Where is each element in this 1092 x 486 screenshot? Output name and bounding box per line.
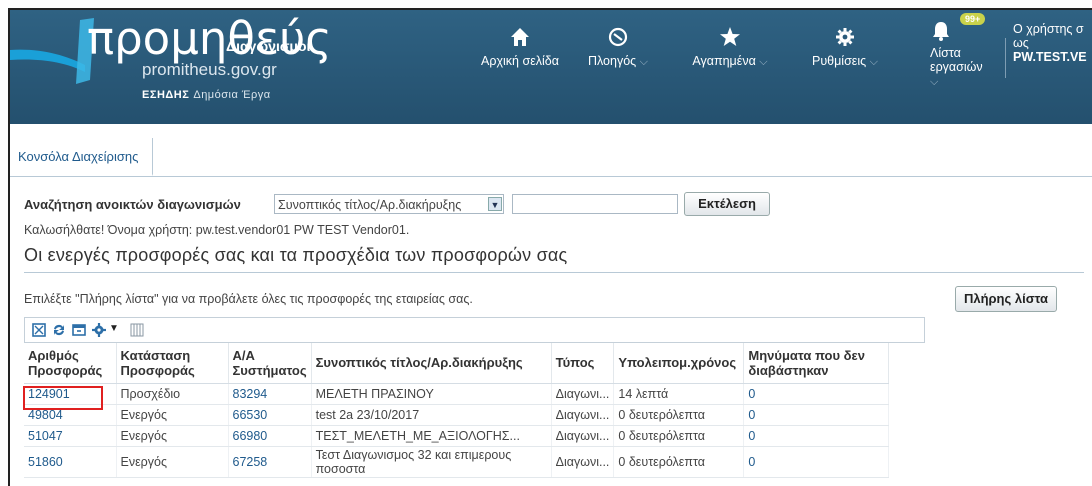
- notification-badge: 99+: [960, 13, 986, 25]
- col-system-id[interactable]: Α/Α Συστήματος: [228, 343, 312, 384]
- compass-icon: [578, 26, 658, 54]
- type-cell: Διαγωνι...: [551, 425, 615, 447]
- col-title[interactable]: Συνοπτικός τίτλος/Αρ.διακήρυξης: [311, 343, 552, 384]
- col-offer-number[interactable]: Αριθμός Προσφοράς: [24, 343, 117, 384]
- nav-navigator[interactable]: Πλοηγός ⌵: [578, 26, 658, 69]
- user-prefix: Ο χρήστης σ: [1013, 22, 1084, 36]
- settings-gear-icon[interactable]: [91, 322, 107, 338]
- user-name: PW.TEST.VE: [1013, 50, 1087, 64]
- tab-admin-console[interactable]: Κονσόλα Διαχείρισης: [10, 138, 154, 176]
- export-icon[interactable]: [71, 322, 87, 338]
- table-row: 51860 Ενεργός 67258 Τεστ Διαγωνισμος 32 …: [24, 446, 890, 478]
- nav-worklist[interactable]: Λίστα εργασιών ⌵: [930, 20, 994, 89]
- chevron-down-icon[interactable]: ▼: [488, 197, 502, 211]
- search-label: Αναζήτηση ανοικτών διαγωνισμών: [24, 197, 241, 212]
- heading-divider: [24, 272, 1084, 273]
- refresh-icon[interactable]: [51, 322, 67, 338]
- col-type[interactable]: Τύπος: [551, 343, 615, 384]
- nav-settings[interactable]: Ρυθμίσεις ⌵: [800, 26, 890, 69]
- title-cell: ΤΕΣΤ_ΜΕΛΕΤΗ_ΜΕ_ΑΞΙΟΛΟΓΗΣ...: [311, 425, 552, 447]
- execute-button[interactable]: Εκτέλεση: [684, 192, 770, 216]
- header-divider: [1005, 38, 1006, 78]
- search-field-select[interactable]: Συνοπτικός τίτλος/Αρ.διακήρυξης ▼: [274, 194, 504, 214]
- table-row: 49804 Ενεργός 66530 test 2a 23/10/2017 Δ…: [24, 404, 890, 426]
- remaining-time-cell: 0 δευτερόλεπτα: [613, 404, 745, 426]
- system-id-link[interactable]: 66530: [228, 404, 312, 426]
- offers-table: Αριθμός Προσφοράς Κατάσταση Προσφοράς Α/Α Σ…: [24, 343, 890, 478]
- remaining-time-cell: 14 λεπτά: [613, 383, 745, 405]
- app-frame: προμηθεύς Διαγωνισμοί promitheus.gov.gr …: [8, 8, 1092, 486]
- title-cell: test 2a 23/10/2017: [311, 404, 552, 426]
- logo-org: ΕΣΗΔΗΣ Δημόσια Έργα: [142, 89, 271, 101]
- search-field-value: Συνοπτικός τίτλος/Αρ.διακήρυξης: [278, 198, 462, 212]
- table-row: 51047 Ενεργός 66980 ΤΕΣΤ_ΜΕΛΕΤΗ_ΜΕ_ΑΞΙΟΛ…: [24, 425, 890, 447]
- nav-settings-label: Ρυθμίσεις: [811, 54, 867, 68]
- status-cell: Ενεργός: [116, 404, 229, 426]
- chevron-down-icon: ⌵: [639, 56, 649, 68]
- status-cell: Προσχέδιο: [116, 383, 229, 405]
- status-cell: Ενεργός: [116, 446, 229, 478]
- unread-count-link[interactable]: 0: [743, 383, 890, 405]
- system-id-link[interactable]: 83294: [228, 383, 312, 405]
- logo-subtitle: Διαγωνισμοί: [226, 38, 311, 54]
- header-bar: προμηθεύς Διαγωνισμοί promitheus.gov.gr …: [10, 10, 1092, 124]
- type-cell: Διαγωνι...: [551, 446, 615, 478]
- table-header-row: Αριθμός Προσφοράς Κατάσταση Προσφοράς Α/Α Σ…: [24, 343, 890, 384]
- chevron-down-icon: ⌵: [930, 76, 939, 88]
- nav-favorites[interactable]: Αγαπημένα ⌵: [680, 26, 780, 69]
- col-remaining-time[interactable]: Υπολειπομ.χρόνος: [613, 343, 745, 384]
- home-icon: [470, 26, 570, 54]
- full-list-button[interactable]: Πλήρης λίστα: [955, 286, 1057, 312]
- page-heading: Οι ενεργές προσφορές σας και τα προσχέδι…: [24, 245, 568, 265]
- unread-count-link[interactable]: 0: [743, 425, 890, 447]
- col-offer-status[interactable]: Κατάσταση Προσφοράς: [116, 343, 229, 384]
- welcome-text: Καλωσήλθατε! Όνομα χρήστη: pw.test.vendo…: [24, 223, 410, 237]
- tab-bar: Κονσόλα Διαχείρισης: [10, 138, 1092, 177]
- title-cell: Τεστ Διαγωνισμος 32 και επιμερους ποσοστ…: [311, 446, 552, 478]
- system-id-link[interactable]: 67258: [228, 446, 312, 478]
- columns-icon[interactable]: [129, 322, 145, 338]
- chevron-down-icon: ⌵: [759, 56, 768, 68]
- type-cell: Διαγωνι...: [551, 404, 615, 426]
- gear-icon: [800, 26, 890, 54]
- detach-icon[interactable]: [31, 322, 47, 338]
- chevron-down-icon: ⌵: [869, 56, 879, 68]
- user-info[interactable]: Ο χρήστης σ ως PW.TEST.VE: [1013, 22, 1087, 64]
- search-input[interactable]: [512, 194, 678, 214]
- highlight-box: [23, 386, 103, 410]
- chevron-down-icon[interactable]: ▼: [109, 323, 119, 334]
- type-cell: Διαγωνι...: [551, 383, 615, 405]
- system-id-link[interactable]: 66980: [228, 425, 312, 447]
- remaining-time-cell: 0 δευτερόλεπτα: [613, 425, 745, 447]
- remaining-time-cell: 0 δευτερόλεπτα: [613, 446, 745, 478]
- worklist-label: Λίστα εργασιών ⌵: [930, 46, 983, 88]
- star-icon: [680, 26, 780, 54]
- user-prefix-2: ως: [1013, 36, 1029, 50]
- status-cell: Ενεργός: [116, 425, 229, 447]
- hint-text: Επιλέξτε "Πλήρης λίστα" για να προβάλετε…: [24, 292, 473, 306]
- table-toolbar: ▼: [24, 317, 925, 343]
- unread-count-link[interactable]: 0: [743, 446, 890, 478]
- offer-number-link[interactable]: 51860: [24, 446, 117, 478]
- nav-navigator-label: Πλοηγός: [587, 54, 637, 68]
- nav-home-label: Αρχική σελίδα: [481, 54, 559, 68]
- nav-favorites-label: Αγαπημένα: [692, 54, 756, 68]
- logo-domain: promitheus.gov.gr: [142, 60, 277, 79]
- col-unread-messages[interactable]: Μηνύματα που δεν διαβάστηκαν: [743, 343, 890, 384]
- unread-count-link[interactable]: 0: [743, 404, 890, 426]
- title-cell: ΜΕΛΕΤΗ ΠΡΑΣΙΝΟΥ: [311, 383, 552, 405]
- offer-number-link[interactable]: 51047: [24, 425, 117, 447]
- table-row: 124901 Προσχέδιο 83294 ΜΕΛΕΤΗ ΠΡΑΣΙΝΟΥ Δ…: [24, 383, 890, 405]
- nav-home[interactable]: Αρχική σελίδα: [470, 26, 570, 68]
